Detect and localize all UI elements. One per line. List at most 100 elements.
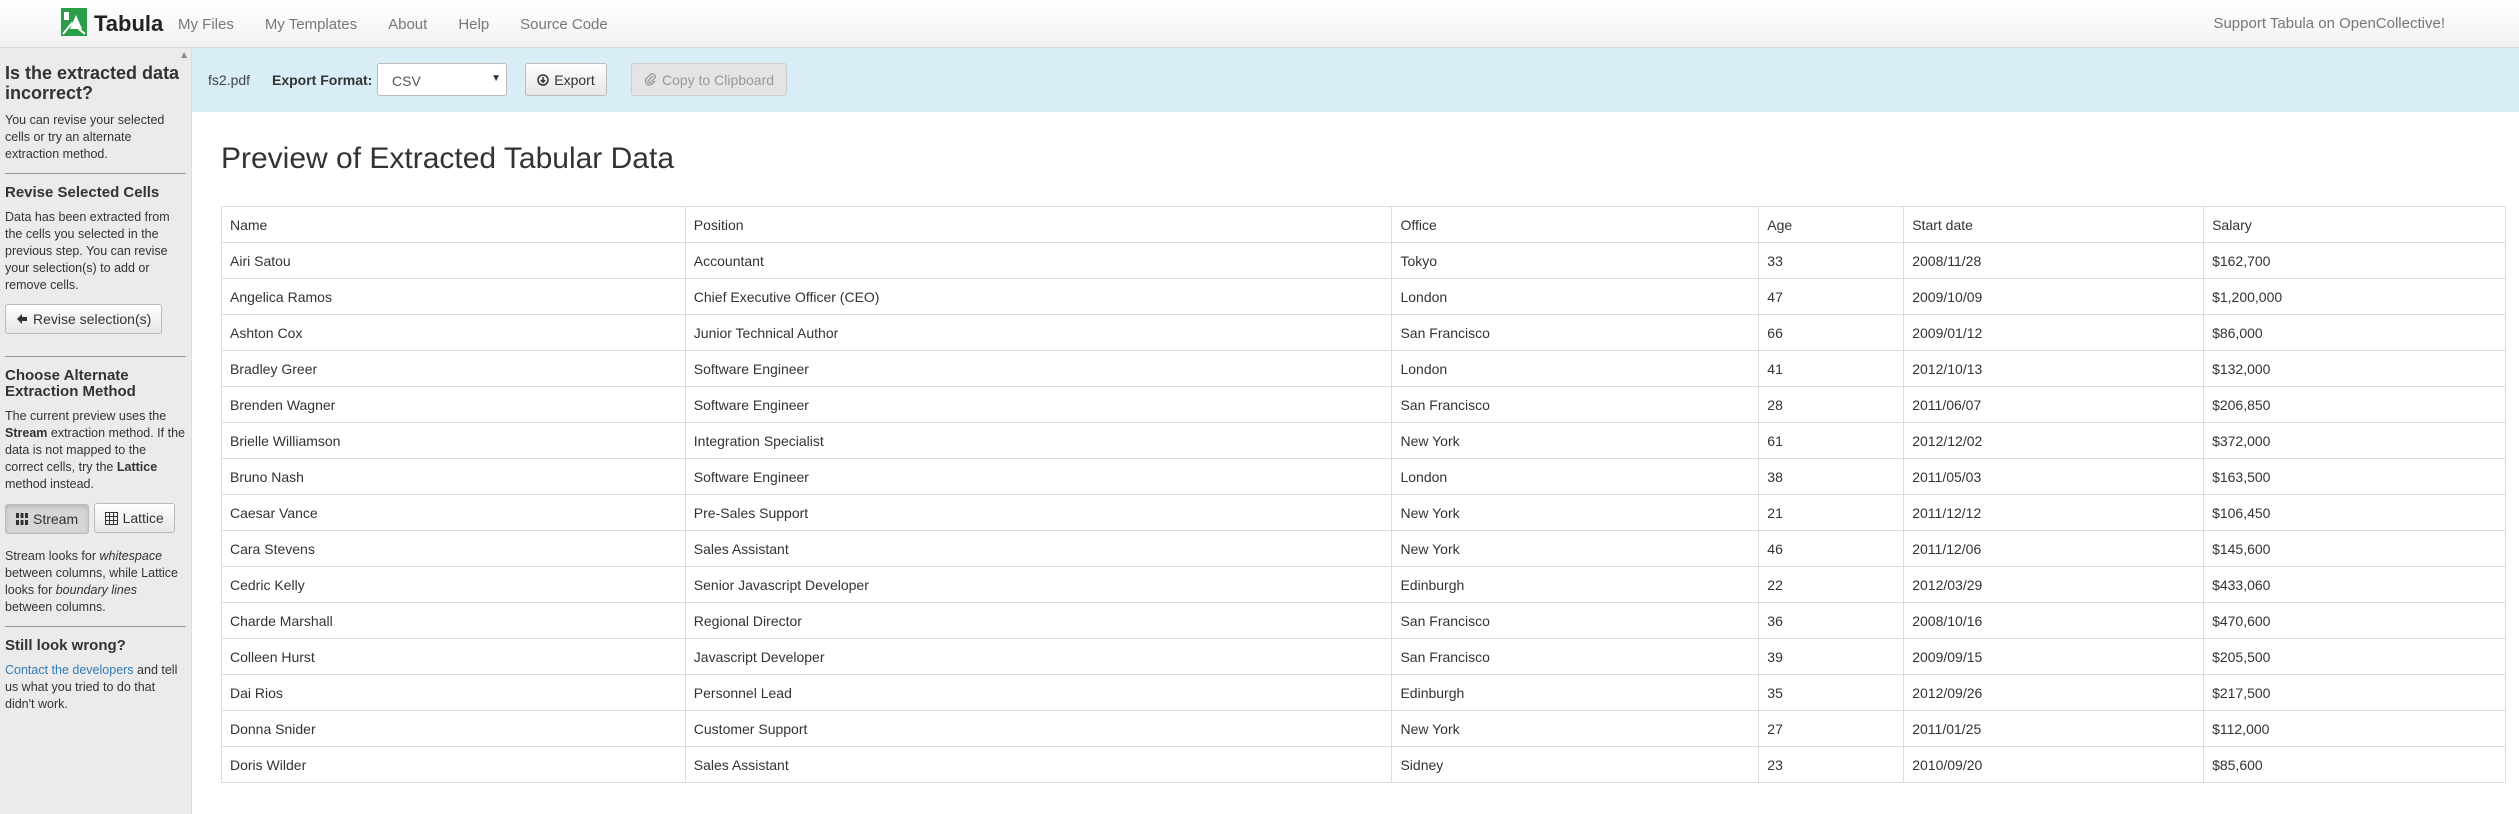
table-row: Angelica Ramos Chief Executive Officer (C… xyxy=(221,278,2506,315)
method-text-3: method instead. xyxy=(5,477,94,491)
table-row: Brielle Williamson Integration Specialist… xyxy=(221,422,2506,459)
stream-label: Stream xyxy=(33,510,79,527)
table-cell: Bruno Nash xyxy=(221,458,686,495)
table-cell: 2011/12/06 xyxy=(1903,530,2205,567)
nav-link-my-files[interactable]: My Files xyxy=(178,16,234,33)
table-row: Brenden Wagner Software Engineer San Franc… xyxy=(221,386,2506,423)
scroll-up-arrow-icon[interactable]: ▲ xyxy=(179,50,189,61)
table-cell: 22 xyxy=(1758,566,1905,603)
lattice-label: Lattice xyxy=(122,510,164,526)
explain-3: between columns. xyxy=(5,599,106,614)
nav-link-help[interactable]: Help xyxy=(458,16,489,33)
export-format-label: Export Format: xyxy=(272,72,373,88)
table-cell: Caesar Vance xyxy=(221,494,686,531)
export-format-select[interactable]: CSV ▼ xyxy=(377,63,507,96)
table-cell: 2008/11/28 xyxy=(1903,242,2205,279)
table-cell: $106,450 xyxy=(2203,494,2506,531)
table-row: Ashton Cox Junior Technical Author San Fra… xyxy=(221,314,2506,351)
table-cell: 2010/09/20 xyxy=(1903,746,2205,783)
paperclip-icon xyxy=(644,73,656,86)
table-cell: 41 xyxy=(1758,350,1905,387)
export-label: Export xyxy=(554,71,595,88)
table-cell: 2008/10/16 xyxy=(1903,602,2205,639)
table-cell: Airi Satou xyxy=(221,242,686,279)
tabula-logo-icon xyxy=(60,7,88,42)
copy-to-clipboard-button[interactable]: Copy to Clipboard xyxy=(631,63,787,96)
table-cell: Ashton Cox xyxy=(221,314,686,351)
table-cell: Regional Director xyxy=(684,602,1393,639)
table-cell: 47 xyxy=(1758,278,1905,315)
table-row: Dai Rios Personnel Lead Edinburgh 35 2012/09… xyxy=(221,674,2506,711)
table-cell: Edinburgh xyxy=(1391,566,1760,603)
table-header-row: Name Position Office Age Start date Salary xyxy=(221,206,2506,243)
nav-link-my-templates[interactable]: My Templates xyxy=(265,16,357,33)
table-cell: Software Engineer xyxy=(684,386,1393,423)
revise-heading: Revise Selected Cells xyxy=(5,184,160,201)
table-cell: Senior Javascript Developer xyxy=(684,566,1393,603)
export-button[interactable]: Export xyxy=(525,63,607,96)
column-header-office: Office xyxy=(1391,206,1760,243)
table-cell: Edinburgh xyxy=(1391,674,1760,711)
extracted-data-table: Name Position Office Age Start date Salary Ai… xyxy=(221,206,2506,783)
table-body: Airi Satou Accountant Tokyo 33 2008/11/28 $16… xyxy=(221,242,2506,783)
lattice-button[interactable]: Lattice xyxy=(93,503,175,533)
table-cell: $112,000 xyxy=(2203,710,2506,747)
table-row: Cedric Kelly Senior Javascript Developer E… xyxy=(221,566,2506,603)
table-cell: 2012/12/02 xyxy=(1903,422,2205,459)
table-cell: 28 xyxy=(1758,386,1905,423)
wrong-heading: Still look wrong? xyxy=(5,636,126,654)
table-cell: Pre-Sales Support xyxy=(684,494,1393,531)
nav-link-source-code[interactable]: Source Code xyxy=(520,16,608,33)
contact-developers-link[interactable]: Contact the developers xyxy=(5,663,134,677)
table-cell: San Francisco xyxy=(1391,386,1760,423)
explain-boundary: boundary lines xyxy=(55,582,138,597)
table-cell: $85,600 xyxy=(2203,746,2506,783)
table-cell: $132,000 xyxy=(2203,350,2506,387)
table-row: Donna Snider Customer Support New York 27 20… xyxy=(221,710,2506,747)
table-row: Bruno Nash Software Engineer London 38 2011/… xyxy=(221,458,2506,495)
table-cell: Software Engineer xyxy=(684,458,1393,495)
sidebar-heading: Is the extracted data incorrect? xyxy=(5,63,180,103)
table-row: Colleen Hurst Javascript Developer San Fra… xyxy=(221,638,2506,675)
table-cell: Sales Assistant xyxy=(684,530,1393,567)
table-cell: London xyxy=(1391,350,1760,387)
method-alt: Lattice xyxy=(116,460,158,474)
grid-icon xyxy=(104,511,118,525)
file-name: fs2.pdf xyxy=(208,72,251,88)
table-cell: New York xyxy=(1391,422,1760,459)
extracted-data-table-container: Name Position Office Age Start date Salary Ai… xyxy=(221,206,2506,783)
download-circle-icon xyxy=(537,73,550,86)
brand[interactable]: Tabula xyxy=(60,7,164,42)
stream-button[interactable]: Stream xyxy=(5,503,90,534)
table-cell: New York xyxy=(1391,710,1760,747)
table-cell: Chief Executive Officer (CEO) xyxy=(684,278,1393,315)
table-cell: $1,200,000 xyxy=(2203,278,2506,315)
table-cell: Charde Marshall xyxy=(221,602,686,639)
table-cell: Accountant xyxy=(684,242,1393,279)
table-row: Caesar Vance Pre-Sales Support New York 21 2… xyxy=(221,494,2506,531)
explain-1: Stream looks for xyxy=(5,548,97,563)
divider xyxy=(5,625,186,627)
explain-whitespace: whitespace xyxy=(99,548,163,563)
table-cell: San Francisco xyxy=(1391,314,1760,351)
table-cell: $205,500 xyxy=(2203,638,2506,675)
revise-selection-button[interactable]: Revise selection(s) xyxy=(5,304,163,334)
table-row: Bradley Greer Software Engineer London 41 20… xyxy=(221,350,2506,387)
support-link[interactable]: Support Tabula on OpenCollective! xyxy=(2213,15,2445,32)
copy-label: Copy to Clipboard xyxy=(661,71,775,88)
table-cell: Brenden Wagner xyxy=(221,386,686,423)
nav-link-about[interactable]: About xyxy=(388,16,427,33)
table-cell: New York xyxy=(1391,530,1760,567)
table-cell: $433,060 xyxy=(2203,566,2506,603)
arrow-left-icon xyxy=(17,314,27,324)
table-cell: Cara Stevens xyxy=(221,530,686,567)
table-cell: 2009/01/12 xyxy=(1903,314,2205,351)
table-cell: 46 xyxy=(1758,530,1905,567)
table-cell: Personnel Lead xyxy=(684,674,1393,711)
table-cell: Doris Wilder xyxy=(221,746,686,783)
top-navbar: Tabula My Files My Templates About Help … xyxy=(0,0,2519,48)
column-header-start-date: Start date xyxy=(1903,206,2205,243)
table-cell: 66 xyxy=(1758,314,1905,351)
brand-name: Tabula xyxy=(94,11,164,36)
export-format-value: CSV xyxy=(392,73,421,89)
